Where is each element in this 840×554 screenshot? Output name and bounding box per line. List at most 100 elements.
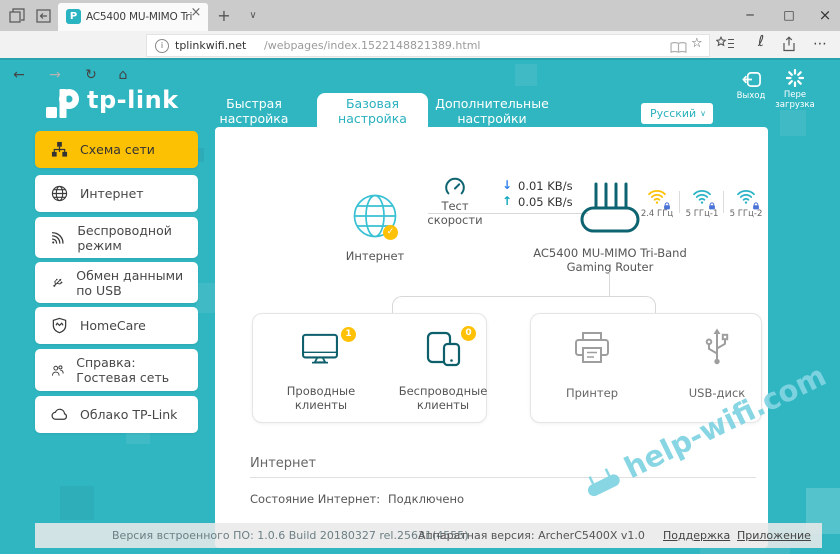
restore-tabs-icon[interactable] bbox=[36, 8, 52, 28]
wireless-clients-item[interactable] bbox=[425, 331, 463, 371]
band-5ghz-1[interactable]: 5 ГГц-1 bbox=[680, 188, 724, 219]
sidebar-item-internet[interactable]: Интернет bbox=[35, 175, 198, 212]
browser-tab-bar: P AC5400 MU-MIMO Tri-I × + ∨ ─ □ × bbox=[0, 0, 840, 31]
band-24ghz[interactable]: 2.4 ГГц bbox=[635, 188, 679, 219]
chevron-down-icon: ∨ bbox=[700, 103, 706, 124]
wired-clients-count-badge: 1 bbox=[341, 327, 356, 342]
url-host: tplinkwifi.net bbox=[175, 39, 246, 52]
sidebar-item-label: Интернет bbox=[80, 186, 144, 201]
close-button[interactable]: × bbox=[812, 0, 838, 31]
tplink-logo-mark bbox=[46, 82, 80, 118]
internet-node-label: Интернет bbox=[330, 249, 420, 263]
minimize-button[interactable]: ─ bbox=[737, 0, 763, 31]
tab-list-chevron-icon[interactable]: ∨ bbox=[244, 0, 262, 31]
band-label: 5 ГГц-2 bbox=[724, 209, 768, 219]
language-select[interactable]: Русский ∨ bbox=[641, 103, 713, 124]
url-path: /webpages/index.1522148821389.html bbox=[264, 39, 481, 52]
shield-icon bbox=[51, 317, 68, 334]
sidebar-item-label: Беспроводной режим bbox=[77, 223, 198, 253]
router-name-label: AC5400 MU-MIMO Tri-Band Gaming Router bbox=[524, 246, 696, 275]
reading-view-icon[interactable] bbox=[670, 39, 687, 58]
tab-basic-setup[interactable]: Базовая настройка bbox=[317, 93, 428, 127]
page-footer: Версия встроенного ПО: 1.0.6 Build 20180… bbox=[35, 523, 822, 548]
internet-status-label: Состояние Интернет: bbox=[250, 492, 380, 506]
upload-speed: 0.05 KB/s bbox=[518, 195, 573, 209]
sidebar-item-tplink-cloud[interactable]: Облако TP-Link bbox=[35, 396, 198, 433]
support-link[interactable]: Поддержка bbox=[663, 523, 730, 548]
sidebar-item-network-map[interactable]: Схема сети bbox=[35, 131, 198, 168]
logo-text: tp-link bbox=[87, 86, 179, 114]
tplink-logo: tp-link bbox=[46, 82, 179, 118]
reboot-icon bbox=[786, 69, 804, 87]
url-field[interactable]: i tplinkwifi.net /webpages/index.1522148… bbox=[146, 34, 710, 57]
printer-label: Принтер bbox=[556, 386, 628, 400]
sidebar-item-usb-sharing[interactable]: Обмен данными по USB bbox=[35, 262, 198, 303]
wired-clients-item[interactable] bbox=[301, 333, 339, 369]
settings-ellipsis-icon[interactable]: ⋯ bbox=[808, 31, 832, 58]
internet-router-link-line bbox=[428, 213, 588, 214]
guests-icon bbox=[51, 362, 64, 379]
printer-item[interactable] bbox=[573, 331, 611, 369]
tab-close-icon[interactable]: × bbox=[186, 0, 206, 28]
band-5ghz-2[interactable]: 5 ГГц-2 bbox=[724, 188, 768, 219]
set-aside-tabs-icon[interactable] bbox=[9, 8, 25, 28]
tab-quick-setup[interactable]: Быстрая настройка bbox=[204, 96, 304, 126]
browser-window: P AC5400 MU-MIMO Tri-I × + ∨ ─ □ × ← → ↻… bbox=[0, 0, 840, 554]
sidebar-item-label: Схема сети bbox=[80, 142, 155, 157]
sidebar-item-guest-network[interactable]: Справка: Гостевая сеть bbox=[35, 349, 198, 391]
site-info-icon[interactable]: i bbox=[155, 39, 169, 53]
new-tab-button[interactable]: + bbox=[214, 0, 234, 31]
tplink-favicon: P bbox=[66, 9, 81, 24]
lock-icon bbox=[663, 202, 671, 210]
internet-ok-badge: ✓ bbox=[383, 225, 398, 240]
background-square bbox=[780, 110, 806, 136]
firmware-version: Версия встроенного ПО: 1.0.6 Build 20180… bbox=[112, 523, 469, 548]
share-icon[interactable] bbox=[781, 36, 797, 56]
tab-advanced-setup[interactable]: Дополнительные настройки bbox=[426, 96, 558, 126]
speed-test-gauge-icon bbox=[444, 177, 466, 199]
page-top-edge bbox=[0, 58, 840, 60]
wireless-clients-count-badge: 0 bbox=[461, 326, 476, 341]
sitemap-icon bbox=[51, 141, 68, 158]
wifi-icon bbox=[51, 229, 65, 246]
sidebar-item-label: HomeCare bbox=[80, 318, 146, 333]
section-divider bbox=[250, 477, 756, 478]
wireless-clients-label: Беспроводные клиенты bbox=[393, 384, 493, 413]
favorite-star-icon[interactable]: ☆ bbox=[691, 36, 703, 51]
upload-arrow-icon: ↑ bbox=[502, 194, 512, 208]
band-label: 2.4 ГГц bbox=[635, 209, 679, 219]
internet-status-value: Подключено bbox=[388, 492, 464, 506]
logout-button[interactable]: Выход bbox=[734, 71, 768, 102]
globe-icon bbox=[51, 185, 68, 202]
hub-favorites-icon[interactable] bbox=[716, 36, 735, 55]
router-down-line bbox=[609, 272, 610, 296]
router-icon bbox=[578, 180, 642, 234]
sidebar-item-label: Облако TP-Link bbox=[80, 407, 177, 422]
printer-icon bbox=[573, 331, 611, 365]
maximize-button[interactable]: □ bbox=[776, 0, 802, 31]
band-label: 5 ГГц-1 bbox=[680, 209, 724, 219]
usb-disk-label: USB-диск bbox=[677, 386, 757, 400]
sidebar-item-wireless[interactable]: Беспроводной режим bbox=[35, 217, 198, 258]
wired-clients-icon bbox=[301, 333, 339, 365]
wired-clients-label: Проводные клиенты bbox=[274, 384, 368, 413]
usb-disk-icon bbox=[704, 327, 730, 367]
usb-disk-item[interactable] bbox=[704, 327, 730, 371]
sidebar-item-label: Справка: Гостевая сеть bbox=[76, 355, 198, 385]
background-square bbox=[515, 64, 537, 86]
reboot-button[interactable]: Пере загрузка bbox=[772, 69, 818, 110]
router-admin-page: tp-link Быстрая настройка Базовая настро… bbox=[0, 58, 840, 554]
hardware-version: Аппаратная версия: ArcherC5400X v1.0 bbox=[418, 523, 645, 548]
sidebar-item-label: Обмен данными по USB bbox=[76, 268, 198, 298]
background-square bbox=[60, 486, 94, 520]
download-arrow-icon: ↓ bbox=[502, 178, 512, 192]
reboot-label: Пере загрузка bbox=[772, 91, 818, 111]
wireless-clients-icon bbox=[425, 331, 463, 367]
app-link[interactable]: Приложение bbox=[737, 523, 811, 548]
sidebar-item-homecare[interactable]: HomeCare bbox=[35, 307, 198, 344]
cloud-icon bbox=[51, 406, 68, 423]
lock-icon bbox=[708, 202, 716, 210]
web-notes-pen-icon[interactable]: ℓ bbox=[750, 32, 772, 50]
browser-tab[interactable]: P AC5400 MU-MIMO Tri-I × bbox=[58, 3, 208, 31]
internet-section-title: Интернет bbox=[250, 456, 316, 471]
